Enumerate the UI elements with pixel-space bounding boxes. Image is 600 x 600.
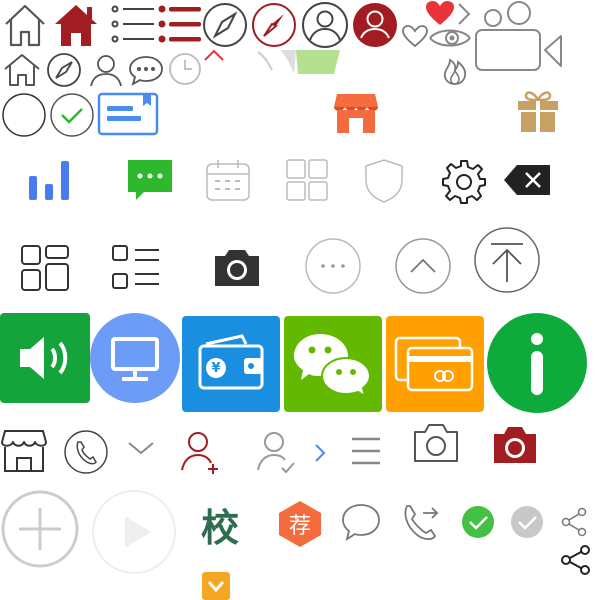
sms-icon[interactable]: [126, 158, 174, 202]
wallet-icon[interactable]: ¥: [182, 316, 280, 412]
eye-icon[interactable]: [428, 24, 472, 52]
share-filled-icon[interactable]: [560, 544, 592, 576]
camera-outline-icon[interactable]: [413, 423, 459, 463]
document-card-icon[interactable]: [97, 92, 159, 136]
school-icon[interactable]: 校: [198, 500, 242, 550]
user-add-icon[interactable]: [180, 430, 220, 474]
shop-outline-icon[interactable]: [0, 428, 48, 474]
compass-filled-icon[interactable]: [251, 2, 297, 48]
user-check-icon[interactable]: [256, 430, 298, 474]
user-small-icon[interactable]: [88, 52, 124, 88]
chevron-right-icon[interactable]: [455, 2, 473, 26]
sound-icon[interactable]: [0, 313, 90, 403]
recommend-label: 荐: [288, 514, 311, 539]
check-gray-icon[interactable]: [510, 505, 544, 539]
check-green-icon[interactable]: [461, 505, 495, 539]
calendar-icon[interactable]: [205, 158, 251, 202]
apps-icon[interactable]: [20, 244, 70, 292]
empty-circle-icon[interactable]: [1, 92, 47, 138]
user-circle-outline-icon[interactable]: [301, 2, 349, 48]
chat-bubble-icon[interactable]: [128, 54, 164, 86]
wechat-icon[interactable]: [284, 316, 382, 412]
backspace-icon[interactable]: [503, 164, 551, 196]
home-filled-icon[interactable]: [52, 2, 100, 48]
store-icon[interactable]: [333, 91, 379, 135]
video-camera-icon[interactable]: [473, 0, 565, 74]
recommend-icon[interactable]: 荐: [276, 499, 324, 549]
shield-icon[interactable]: [364, 158, 404, 204]
chevron-down-icon[interactable]: [126, 440, 156, 456]
heart-outline-icon[interactable]: [401, 24, 429, 48]
fire-icon[interactable]: [441, 54, 469, 86]
camera-filled-icon[interactable]: [213, 248, 261, 288]
card-icon[interactable]: [386, 316, 484, 412]
menu-icon[interactable]: [350, 436, 382, 466]
thumbs-up-icon[interactable]: [256, 48, 342, 76]
monitor-icon[interactable]: [90, 313, 180, 403]
more-circle-icon[interactable]: [304, 237, 362, 295]
heart-filled-icon[interactable]: [425, 0, 455, 26]
home-small-icon[interactable]: [2, 52, 42, 88]
up-circle-icon[interactable]: [394, 237, 452, 295]
gear-icon[interactable]: [441, 159, 487, 205]
grid-icon[interactable]: [285, 158, 329, 202]
check-circle-icon[interactable]: [48, 92, 96, 138]
chevron-right-small-icon[interactable]: [313, 443, 327, 463]
play-circle-icon[interactable]: [91, 489, 177, 575]
call-forward-icon[interactable]: [401, 502, 441, 542]
add-circle-icon[interactable]: [1, 490, 79, 568]
yen-label: ¥: [211, 360, 221, 376]
share-outline-icon[interactable]: [560, 507, 588, 537]
top-circle-icon[interactable]: [473, 226, 541, 294]
gift-icon[interactable]: [515, 88, 561, 134]
phone-circle-icon[interactable]: [63, 429, 109, 475]
chevron-down-square-icon[interactable]: [202, 572, 230, 600]
bar-chart-icon[interactable]: [26, 158, 74, 202]
list-grid-icon[interactable]: [111, 244, 161, 292]
comment-icon[interactable]: [341, 502, 381, 542]
compass-small-icon[interactable]: [46, 52, 82, 88]
clock-icon[interactable]: [168, 52, 202, 86]
list-outline-icon[interactable]: [110, 2, 156, 46]
info-icon[interactable]: [487, 313, 587, 413]
compass-outline-icon[interactable]: [202, 2, 248, 48]
chevron-up-icon[interactable]: [203, 48, 225, 62]
user-circle-filled-icon[interactable]: [351, 2, 399, 48]
camera-red-icon[interactable]: [492, 425, 538, 465]
list-filled-icon[interactable]: [158, 2, 202, 46]
home-outline-icon[interactable]: [2, 2, 48, 48]
